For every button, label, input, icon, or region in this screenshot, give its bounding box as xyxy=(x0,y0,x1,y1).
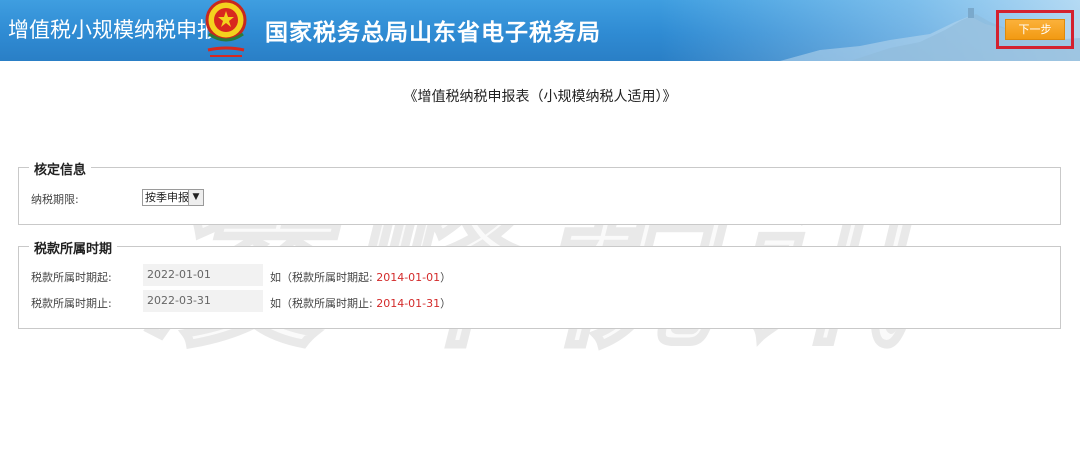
period-start-hint-suffix: ） xyxy=(440,271,452,284)
period-end-hint: 如（税款所属时期止: 2014-01-31） xyxy=(270,295,451,311)
tax-period-label: 纳税期限: xyxy=(31,193,79,206)
period-end-hint-prefix: 如（税款所属时期止: xyxy=(270,297,377,310)
period-end-hint-suffix: ） xyxy=(440,297,452,310)
period-end-label: 税款所属时期止: xyxy=(31,297,112,310)
system-title: 增值税小规模纳税申报 xyxy=(8,18,218,42)
period-start-hint: 如（税款所属时期起: 2014-01-01） xyxy=(270,269,451,285)
period-start-label: 税款所属时期起: xyxy=(31,271,112,284)
period-start-hint-prefix: 如（税款所属时期起: xyxy=(270,271,377,284)
tax-period-section: 税款所属时期 税款所属时期起: 如（税款所属时期起: 2014-01-01） 税… xyxy=(18,238,1061,329)
next-step-button[interactable]: 下一步 xyxy=(1005,19,1065,40)
period-start-hint-example: 2014-01-01 xyxy=(376,271,441,284)
tax-period-select[interactable]: 按季申报 ▼ xyxy=(142,189,204,206)
verify-info-section: 核定信息 纳税期限: 按季申报 ▼ xyxy=(18,159,1061,225)
bureau-name: 国家税务总局山东省电子税务局 xyxy=(265,20,601,46)
period-end-hint-example: 2014-01-31 xyxy=(376,297,441,310)
chevron-down-icon[interactable]: ▼ xyxy=(188,190,203,205)
header-bar: 增值税小规模纳税申报 国家税务总局山东省电子税务局 下一步 xyxy=(0,0,1080,61)
tax-period-legend: 税款所属时期 xyxy=(29,238,118,257)
verify-info-legend: 核定信息 xyxy=(29,159,92,178)
tax-emblem-icon xyxy=(205,0,247,57)
period-end-input[interactable] xyxy=(143,290,263,312)
period-start-input[interactable] xyxy=(143,264,263,286)
next-button-highlight: 下一步 xyxy=(996,10,1074,49)
form-title: 《增值税纳税申报表（小规模纳税人适用）》 xyxy=(403,89,677,105)
tax-period-selected-value: 按季申报 xyxy=(145,191,189,204)
